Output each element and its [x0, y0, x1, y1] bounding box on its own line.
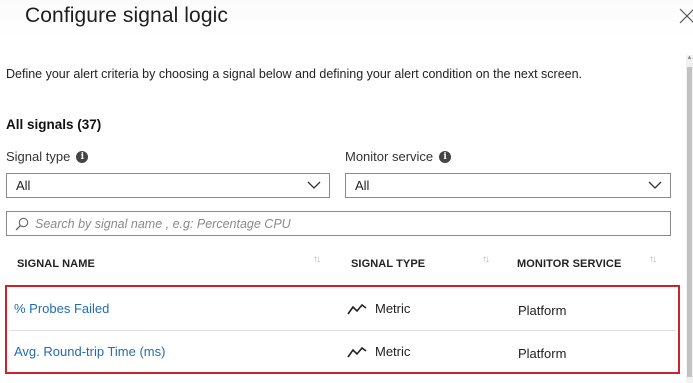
signal-name-link[interactable]: Avg. Round-trip Time (ms) [14, 344, 165, 359]
signal-name-link[interactable]: % Probes Failed [14, 301, 109, 316]
signal-type-value: All [16, 178, 31, 193]
metric-icon [347, 346, 367, 357]
monitor-service-label: Monitor service [345, 149, 434, 164]
table-row[interactable]: % Probes Failed Metric Platform [9, 289, 676, 331]
close-button[interactable] [672, 2, 693, 28]
signal-type-label: Signal type [6, 149, 71, 164]
signal-type-cell: Metric [347, 301, 410, 316]
search-icon [15, 217, 29, 231]
monitor-service-label-group: Monitor service i [345, 149, 452, 164]
monitor-service-cell: Platform [518, 346, 567, 361]
signal-type-value: Metric [375, 344, 411, 359]
table-row[interactable]: Avg. Round-trip Time (ms) Metric Platfor… [9, 332, 676, 374]
signal-type-dropdown[interactable]: All [6, 173, 330, 198]
column-header-signal-name[interactable]: SIGNAL NAME [17, 258, 95, 270]
chevron-down-icon [307, 181, 321, 189]
monitor-service-cell: Platform [518, 303, 567, 318]
signal-type-value: Metric [375, 301, 411, 316]
info-icon[interactable]: i [439, 150, 452, 163]
all-signals-heading: All signals (37) [6, 117, 102, 132]
column-header-monitor-service[interactable]: MONITOR SERVICE [517, 258, 621, 270]
panel-title: Configure signal logic [25, 4, 228, 27]
search-input[interactable] [35, 214, 655, 233]
description-text: Define your alert criteria by choosing a… [6, 67, 583, 81]
sort-icon[interactable]: ↑↓ [482, 254, 490, 265]
signal-type-cell: Metric [347, 344, 410, 359]
chevron-down-icon [648, 181, 662, 189]
close-icon [679, 8, 693, 24]
column-header-signal-type[interactable]: SIGNAL TYPE [351, 258, 425, 270]
signal-search-box[interactable] [6, 211, 671, 236]
scroll-up-arrow[interactable]: ▲ [686, 55, 693, 62]
sort-icon[interactable]: ↑↓ [649, 254, 657, 265]
vertical-scrollbar[interactable]: ▲ [686, 55, 693, 383]
monitor-service-value: All [355, 178, 370, 193]
scroll-thumb[interactable] [687, 67, 692, 377]
metric-icon [347, 303, 367, 314]
signals-highlight-box: % Probes Failed Metric Platform Avg. Rou… [5, 285, 680, 374]
info-icon[interactable]: i [76, 150, 89, 163]
monitor-service-dropdown[interactable]: All [345, 173, 671, 198]
sort-icon[interactable]: ↑↓ [313, 254, 321, 265]
signal-type-label-group: Signal type i [6, 149, 89, 164]
signal-logic-panel: Configure signal logic ▲ Define your ale… [0, 0, 693, 383]
